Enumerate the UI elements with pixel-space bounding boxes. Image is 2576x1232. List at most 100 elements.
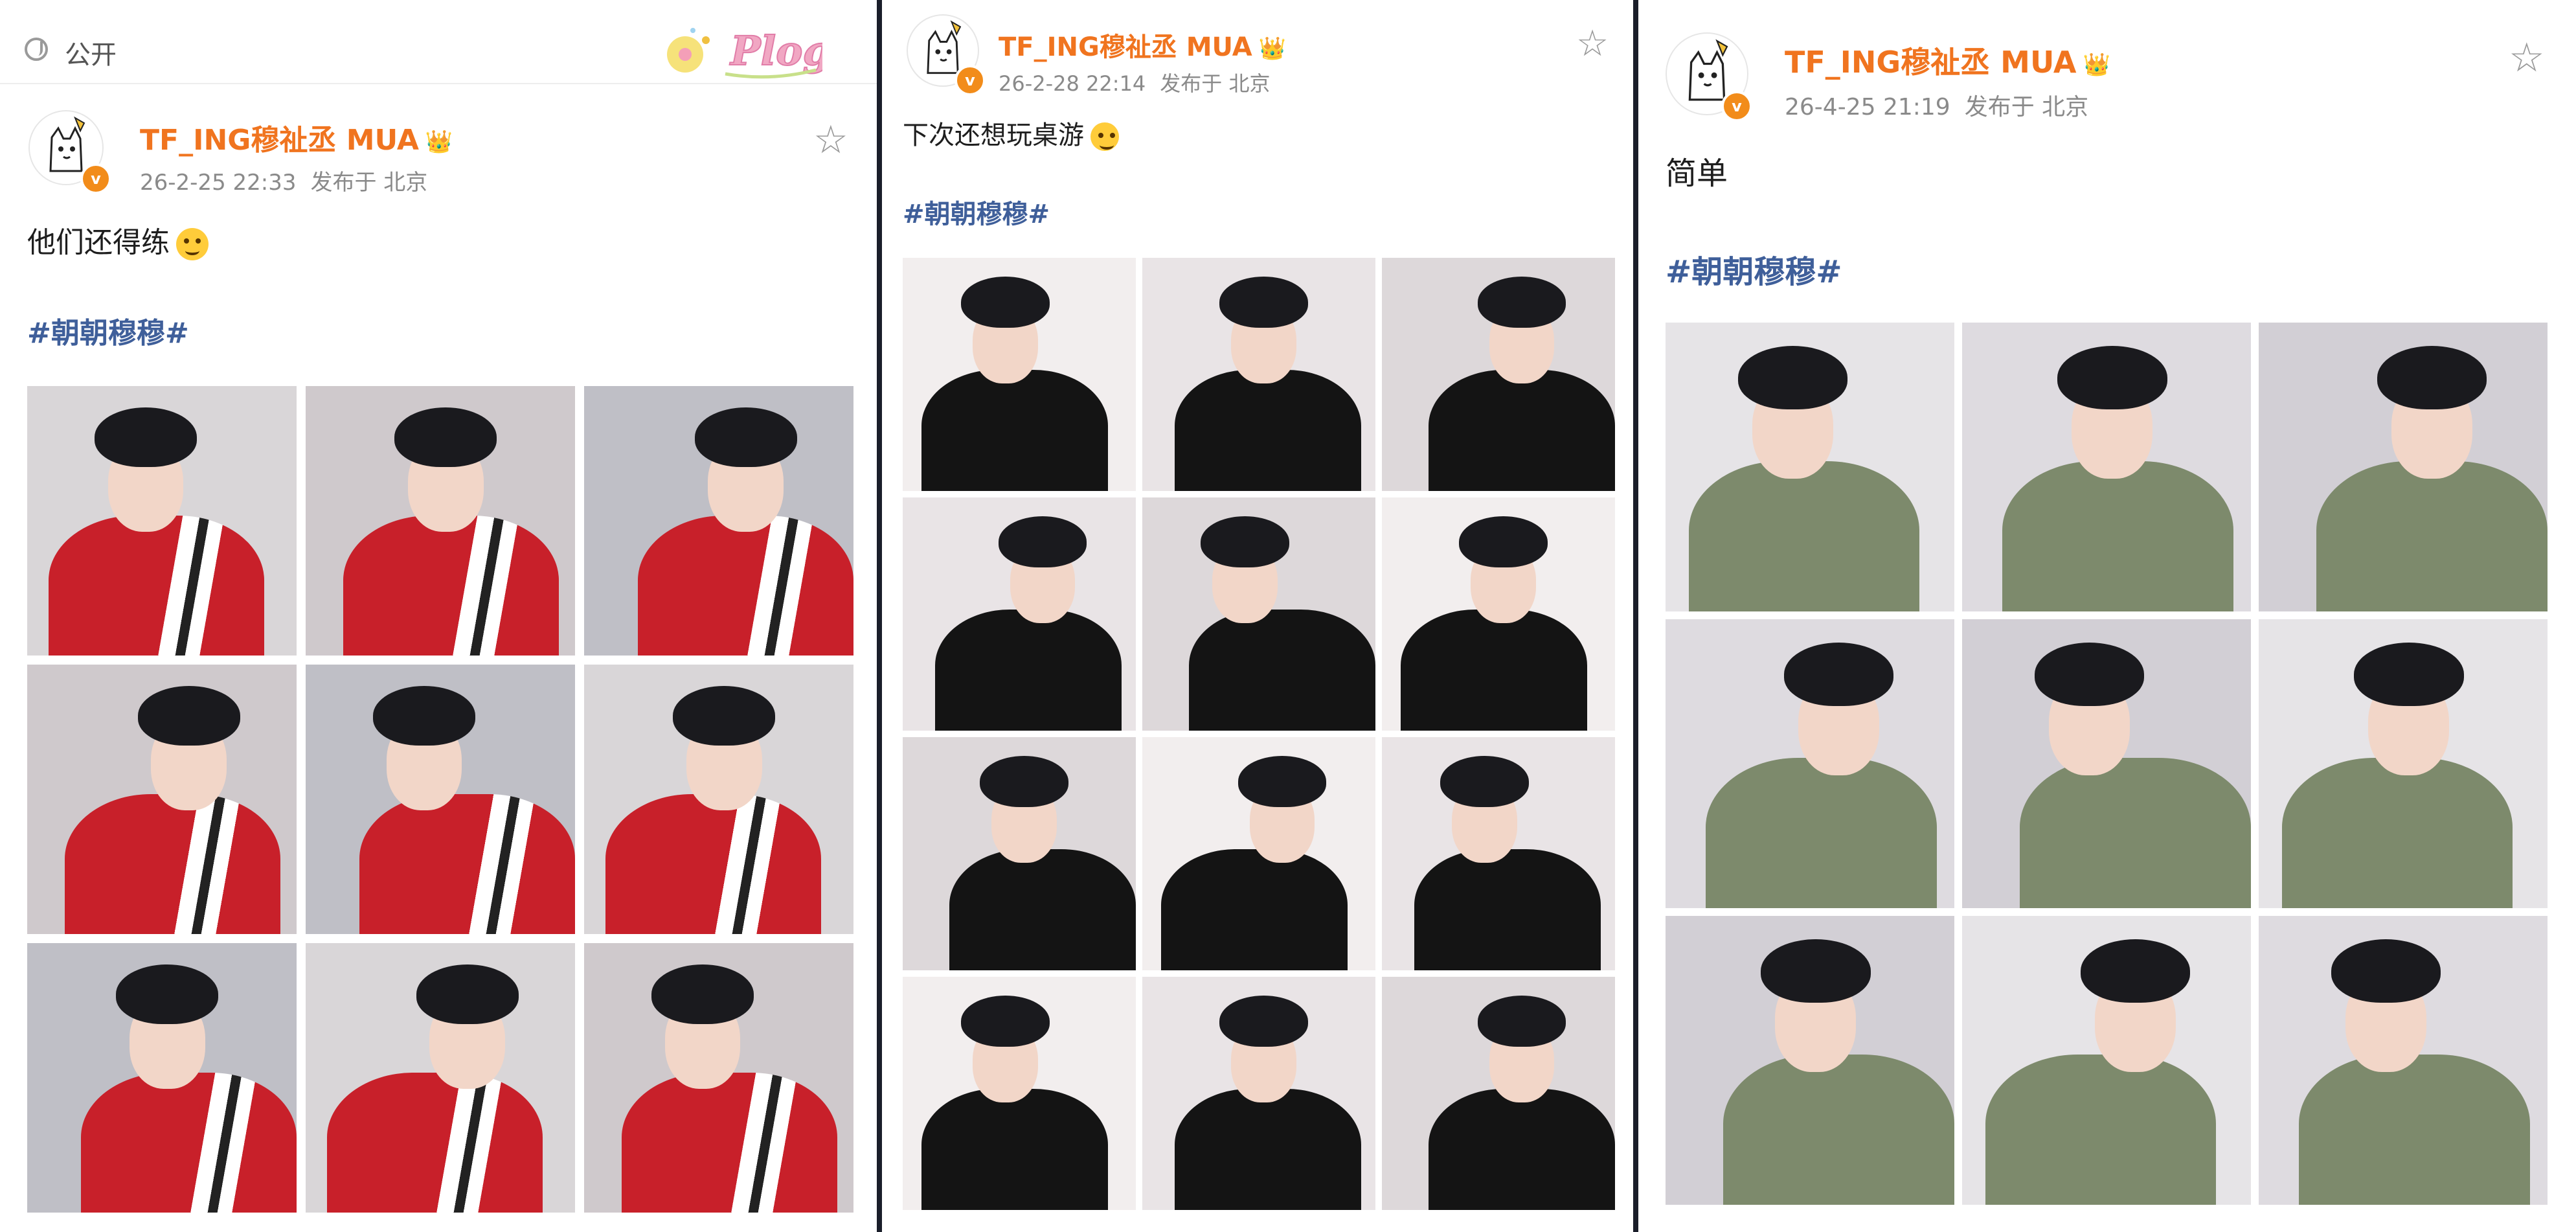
photo-thumbnail[interactable]: [306, 943, 575, 1213]
photo-thumbnail[interactable]: [903, 258, 1136, 491]
jacket-shape: [2281, 758, 2513, 908]
hair-shape: [961, 995, 1050, 1047]
verified-badge: v: [80, 163, 111, 194]
hair-shape: [2377, 345, 2487, 409]
username-text[interactable]: TF_ING穆祉丞 MUA: [140, 124, 419, 157]
avatar[interactable]: v: [907, 14, 986, 96]
post-meta: 26-2-25 22:33 发布于 北京: [140, 165, 442, 196]
hair-shape: [961, 276, 1050, 328]
post-location: 发布于 北京: [1964, 94, 2089, 120]
photo-thumbnail[interactable]: [1382, 977, 1615, 1210]
hair-shape: [1219, 995, 1308, 1047]
photo-thumbnail[interactable]: [1666, 323, 1954, 611]
username[interactable]: TF_ING穆祉丞 MUA 👑: [1785, 39, 2110, 82]
photo-thumbnail[interactable]: [1382, 497, 1615, 731]
photo-thumbnail[interactable]: [1382, 737, 1615, 970]
photo-thumbnail[interactable]: [306, 386, 575, 656]
jacket-shape: [1985, 1055, 2217, 1205]
photo-thumbnail[interactable]: [1382, 258, 1615, 491]
star-icon[interactable]: ☆: [2509, 38, 2545, 78]
post-panel-3: v TF_ING穆祉丞 MUA 👑 26-4-25 21:19 发布于 北京 ☆ 简…: [1638, 0, 2576, 1232]
post-location: 发布于 北京: [1160, 71, 1271, 96]
photo-thumbnail[interactable]: [1142, 737, 1375, 970]
photo-thumbnail[interactable]: [27, 943, 297, 1213]
crown-icon: 👑: [1258, 36, 1287, 62]
jacket-shape: [1189, 609, 1375, 731]
avatar[interactable]: v: [28, 110, 111, 194]
photo-thumbnail[interactable]: [2259, 323, 2548, 611]
photo-thumbnail[interactable]: [1666, 916, 1954, 1205]
photo-thumbnail[interactable]: [1666, 619, 1954, 908]
jacket-shape: [1706, 758, 1938, 908]
jacket-shape: [2316, 461, 2548, 611]
jacket-shape: [1723, 1055, 1954, 1205]
hair-shape: [651, 964, 754, 1024]
jacket-shape: [949, 849, 1136, 970]
photo-thumbnail[interactable]: [903, 497, 1136, 731]
post-text: 他们还得练: [27, 219, 209, 260]
post-date: 26-2-28 22:14: [999, 71, 1146, 96]
hair-shape: [1201, 516, 1289, 567]
username[interactable]: TF_ING穆祉丞 MUA 👑: [999, 26, 1286, 63]
photo-thumbnail[interactable]: [1142, 977, 1375, 1210]
hair-shape: [394, 407, 497, 467]
hair-shape: [95, 407, 198, 467]
jacket-shape: [605, 793, 822, 934]
photo-thumbnail[interactable]: [2259, 619, 2548, 908]
post-text-content: 他们还得练: [27, 226, 170, 259]
hair-shape: [1761, 939, 1871, 1003]
photo-thumbnail[interactable]: [1142, 497, 1375, 731]
photo-thumbnail[interactable]: [1962, 323, 2251, 611]
hair-shape: [673, 686, 776, 746]
post-meta: 26-2-28 22:14 发布于 北京: [999, 67, 1284, 97]
jacket-shape: [921, 1088, 1108, 1210]
photo-thumbnail[interactable]: [903, 977, 1136, 1210]
avatar[interactable]: v: [1666, 32, 1752, 122]
hashtag-link[interactable]: #朝朝穆穆#: [1666, 246, 1842, 291]
photo-thumbnail[interactable]: [27, 665, 297, 934]
hair-shape: [1237, 755, 1327, 807]
hair-shape: [1458, 516, 1548, 567]
photo-thumbnail[interactable]: [903, 737, 1136, 970]
post-text-content: 简单: [1666, 155, 1728, 192]
jacket-shape: [2020, 758, 2251, 908]
post-date: 26-2-25 22:33: [140, 170, 297, 196]
jacket-shape: [343, 515, 559, 656]
jacket-shape: [935, 609, 1122, 731]
hair-shape: [694, 407, 797, 467]
hair-shape: [137, 686, 240, 746]
hair-shape: [998, 516, 1087, 567]
photo-thumbnail[interactable]: [306, 665, 575, 934]
hashtag-link[interactable]: #朝朝穆穆#: [903, 193, 1050, 231]
star-icon[interactable]: ☆: [1576, 26, 1609, 62]
hashtag-link[interactable]: #朝朝穆穆#: [27, 310, 189, 351]
photo-thumbnail[interactable]: [27, 386, 297, 656]
post-panel-2: v TF_ING穆祉丞 MUA 👑 26-2-28 22:14 发布于 北京 ☆ 下…: [882, 0, 1633, 1232]
hair-shape: [2331, 939, 2441, 1003]
photo-thumbnail[interactable]: [584, 386, 853, 656]
jacket-shape: [1429, 369, 1615, 491]
hair-shape: [2034, 642, 2144, 706]
svg-text:Plog: Plog: [729, 27, 822, 74]
photo-thumbnail[interactable]: [1962, 916, 2251, 1205]
star-icon[interactable]: ☆: [813, 120, 848, 159]
photo-thumbnail[interactable]: [2259, 916, 2548, 1205]
post-meta: 26-4-25 21:19 发布于 北京: [1785, 88, 2103, 122]
jacket-shape: [2002, 461, 2234, 611]
hair-shape: [979, 755, 1068, 807]
cat-emoji: [176, 228, 209, 260]
username-text[interactable]: TF_ING穆祉丞 MUA: [999, 32, 1252, 62]
hair-shape: [2354, 642, 2464, 706]
jacket-shape: [1160, 849, 1348, 970]
username[interactable]: TF_ING穆祉丞 MUA 👑: [140, 117, 453, 158]
verified-badge: v: [955, 65, 986, 96]
photo-thumbnail[interactable]: [584, 665, 853, 934]
username-text[interactable]: TF_ING穆祉丞 MUA: [1785, 45, 2077, 80]
post-text: 简单: [1666, 148, 1728, 193]
photo-thumbnail[interactable]: [1962, 619, 2251, 908]
post-text: 下次还想玩桌游: [903, 114, 1119, 152]
photo-thumbnail[interactable]: [1142, 258, 1375, 491]
jacket-shape: [1414, 849, 1601, 970]
hair-shape: [2057, 345, 2167, 409]
photo-thumbnail[interactable]: [584, 943, 853, 1213]
